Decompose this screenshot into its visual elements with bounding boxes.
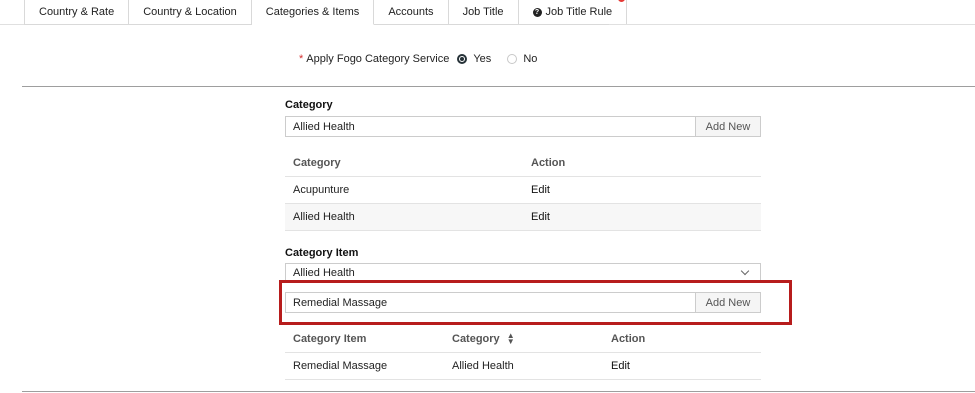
tab-categories-items[interactable]: Categories & Items bbox=[251, 0, 375, 25]
tab-accounts[interactable]: Accounts bbox=[374, 0, 449, 25]
column-header-category-label: Category bbox=[452, 332, 500, 345]
tab-label: Country & Rate bbox=[39, 6, 115, 18]
tab-label: Job Title bbox=[462, 6, 504, 18]
category-section-title: Category bbox=[285, 99, 333, 111]
tab-label: Categories & Items bbox=[265, 6, 360, 18]
tab-country-rate[interactable]: Country & Rate bbox=[24, 0, 130, 25]
tab-label: Country & Location bbox=[143, 6, 237, 18]
chevron-down-icon bbox=[740, 266, 750, 276]
radio-yes[interactable] bbox=[457, 54, 468, 64]
radio-yes-label: Yes bbox=[473, 53, 492, 65]
category-input[interactable]: Allied Health bbox=[286, 117, 695, 136]
section-divider bbox=[22, 86, 975, 87]
radio-no-option[interactable]: No bbox=[507, 53, 537, 65]
category-name-cell: Acupunture bbox=[293, 184, 350, 196]
category-name-cell: Allied Health bbox=[293, 211, 355, 223]
category-add-new-button[interactable]: Add New bbox=[695, 117, 760, 136]
edit-link[interactable]: Edit bbox=[523, 211, 761, 223]
column-header-action: Action bbox=[611, 333, 646, 345]
section-divider bbox=[22, 391, 975, 392]
tab-label: Job Title Rule bbox=[545, 6, 613, 18]
tabs-divider bbox=[0, 24, 24, 25]
radio-no[interactable] bbox=[507, 54, 518, 64]
sort-icon[interactable]: ▲ ▼ bbox=[507, 332, 515, 346]
column-header-action: Action bbox=[531, 157, 566, 169]
notification-dot bbox=[618, 0, 626, 2]
tab-job-title-rule[interactable]: ? Job Title Rule bbox=[518, 0, 628, 25]
radio-no-label: No bbox=[523, 53, 538, 65]
column-header-category[interactable]: Category ▲ ▼ bbox=[444, 332, 603, 346]
table-row: Remedial Massage Allied Health Edit bbox=[285, 353, 761, 380]
category-input-group: Allied Health Add New bbox=[285, 116, 761, 137]
category-select-value: Allied Health bbox=[293, 266, 355, 279]
highlight-box bbox=[279, 280, 792, 325]
category-select[interactable]: Allied Health bbox=[285, 263, 761, 281]
table-header-row: Category Action bbox=[285, 150, 761, 177]
apply-service-row: * Apply Fogo Category Service Yes No bbox=[299, 53, 537, 65]
apply-service-label: Apply Fogo Category Service bbox=[306, 53, 450, 65]
column-header-category-item: Category Item bbox=[293, 333, 367, 345]
tab-job-title[interactable]: Job Title bbox=[448, 0, 519, 25]
required-marker: * bbox=[299, 53, 304, 65]
tab-bar: Country & Rate Country & Location Catego… bbox=[24, 0, 628, 25]
question-icon: ? bbox=[532, 7, 542, 17]
tab-label: Accounts bbox=[388, 6, 434, 18]
category-item-name-cell: Remedial Massage bbox=[293, 360, 388, 372]
radio-yes-option[interactable]: Yes bbox=[457, 53, 491, 65]
edit-link[interactable]: Edit bbox=[603, 360, 761, 372]
category-table: Category Action Acupunture Edit Allied H… bbox=[285, 150, 761, 231]
tab-country-location[interactable]: Country & Location bbox=[129, 0, 252, 25]
category-cell: Allied Health bbox=[452, 360, 514, 372]
table-row: Acupunture Edit bbox=[285, 177, 761, 204]
column-header-category: Category bbox=[293, 157, 341, 169]
table-header-row: Category Item Category ▲ ▼ Action bbox=[285, 326, 761, 353]
table-row: Allied Health Edit bbox=[285, 204, 761, 231]
edit-link[interactable]: Edit bbox=[523, 184, 761, 196]
tabs-divider bbox=[609, 24, 975, 25]
category-item-table: Category Item Category ▲ ▼ Action Remedia… bbox=[285, 326, 761, 380]
category-item-section-title: Category Item bbox=[285, 247, 359, 259]
